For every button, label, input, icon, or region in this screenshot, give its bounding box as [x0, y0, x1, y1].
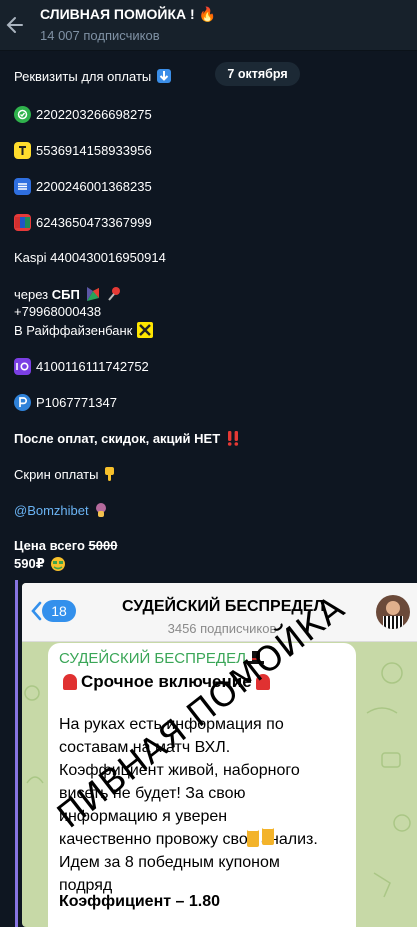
card-row: 2202203266698275: [14, 106, 152, 123]
media-preview[interactable]: 18 СУДЕЙСКИЙ БЕСПРЕДЕЛ 3456 подписчиков …: [15, 580, 417, 927]
embedded-title: СУДЕЙСКИЙ БЕСПРЕДЕЛ: [122, 598, 325, 615]
phone-number: +79968000438: [14, 304, 102, 319]
unread-badge: 18: [42, 600, 76, 622]
card-row: 2200246001368235: [14, 178, 152, 195]
embedded-avatar: [376, 595, 410, 629]
payeer-icon: [14, 394, 31, 411]
kaspi-line: Kaspi 4400430016950914: [14, 250, 166, 265]
yoomoney-number: 4100116111742752: [36, 359, 149, 374]
green-check-bank-icon: [14, 106, 31, 123]
embedded-screenshot: 18 СУДЕЙСКИЙ БЕСПРЕДЕЛ 3456 подписчиков …: [22, 583, 417, 927]
pointing-down-icon: [103, 466, 117, 482]
pushpin-icon: [106, 286, 122, 302]
no-discounts-line: После оплат, скидок, акций НЕТ: [14, 430, 241, 446]
money-face-icon: [50, 556, 66, 572]
new-price-line: 590₽: [14, 556, 66, 572]
yoomoney-line: 4100116111742752: [14, 358, 149, 375]
embedded-back-icon: [31, 601, 42, 621]
requisites-line: Реквизиты для оплаты: [14, 68, 172, 84]
tinkoff-yellow-icon: [14, 142, 31, 159]
body-line: качественно провожу свой анализ.: [59, 831, 318, 848]
sbp-line: через СБП: [14, 286, 122, 302]
card-number: 2200246001368235: [36, 179, 152, 194]
username-link[interactable]: @Bomzhibet: [14, 503, 89, 518]
screenshot-note-line: Скрин оплаты: [14, 466, 117, 482]
double-exclamation-icon: [225, 430, 241, 446]
new-price: 590₽: [14, 556, 45, 571]
yoomoney-icon: [14, 358, 31, 375]
card-row: 6243650473367999: [14, 214, 152, 231]
raiffeisen-line: В Райффайзенбанк: [14, 322, 154, 338]
username-line: @Bomzhibet: [14, 502, 108, 518]
down-arrow-icon: [156, 68, 172, 84]
raiffeisen-label: В Райффайзенбанк: [14, 322, 133, 338]
embedded-channel-name: СУДЕЙСКИЙ БЕСПРЕДЕЛ: [59, 650, 246, 667]
no-discounts-text: После оплат, скидок, акций НЕТ: [14, 430, 221, 446]
channel-subscribers: 14 007 подписчиков: [40, 28, 160, 43]
channel-title[interactable]: СЛИВНАЯ ПОМОЙКА ! 🔥: [40, 6, 216, 23]
screenshot-note: Скрин оплаты: [14, 466, 99, 482]
requisites-label: Реквизиты для оплаты: [14, 68, 152, 84]
media-accent-bar: [15, 580, 18, 927]
raiffeisen-logo-icon: [137, 322, 154, 338]
date-separator: 7 октября: [215, 62, 300, 86]
beer-mugs-icon: [247, 824, 274, 847]
back-arrow-icon[interactable]: [4, 10, 26, 40]
card-number: 6243650473367999: [36, 215, 152, 230]
old-price: 5000: [88, 538, 118, 553]
payeer-line: P1067771347: [14, 394, 117, 411]
payeer-number: P1067771347: [36, 395, 117, 410]
card-number: 5536914158933956: [36, 143, 152, 158]
sbp-label: СБП: [51, 286, 80, 302]
card-number: 2202203266698275: [36, 107, 152, 122]
sbp-logo-icon: [85, 286, 101, 302]
body-line: Идем за 8 победным купоном: [59, 854, 280, 871]
card-flag-icon: [14, 214, 31, 231]
card-row: 5536914158933956: [14, 142, 152, 159]
chat-header: СЛИВНАЯ ПОМОЙКА ! 🔥 14 007 подписчиков: [0, 0, 417, 51]
sbp-prefix: через: [14, 286, 49, 302]
body-line: составам на матч ВХЛ.: [59, 739, 231, 756]
siren-icon: [63, 674, 77, 690]
embedded-coef-line: Коэффициент – 1.80: [59, 893, 220, 910]
mascot-icon: [94, 502, 108, 518]
price-line: Цена всего 5000: [14, 538, 117, 553]
blue-bars-bank-icon: [14, 178, 31, 195]
embedded-header: 18 СУДЕЙСКИЙ БЕСПРЕДЕЛ 3456 подписчиков: [22, 583, 417, 642]
price-label: Цена всего: [14, 538, 85, 553]
